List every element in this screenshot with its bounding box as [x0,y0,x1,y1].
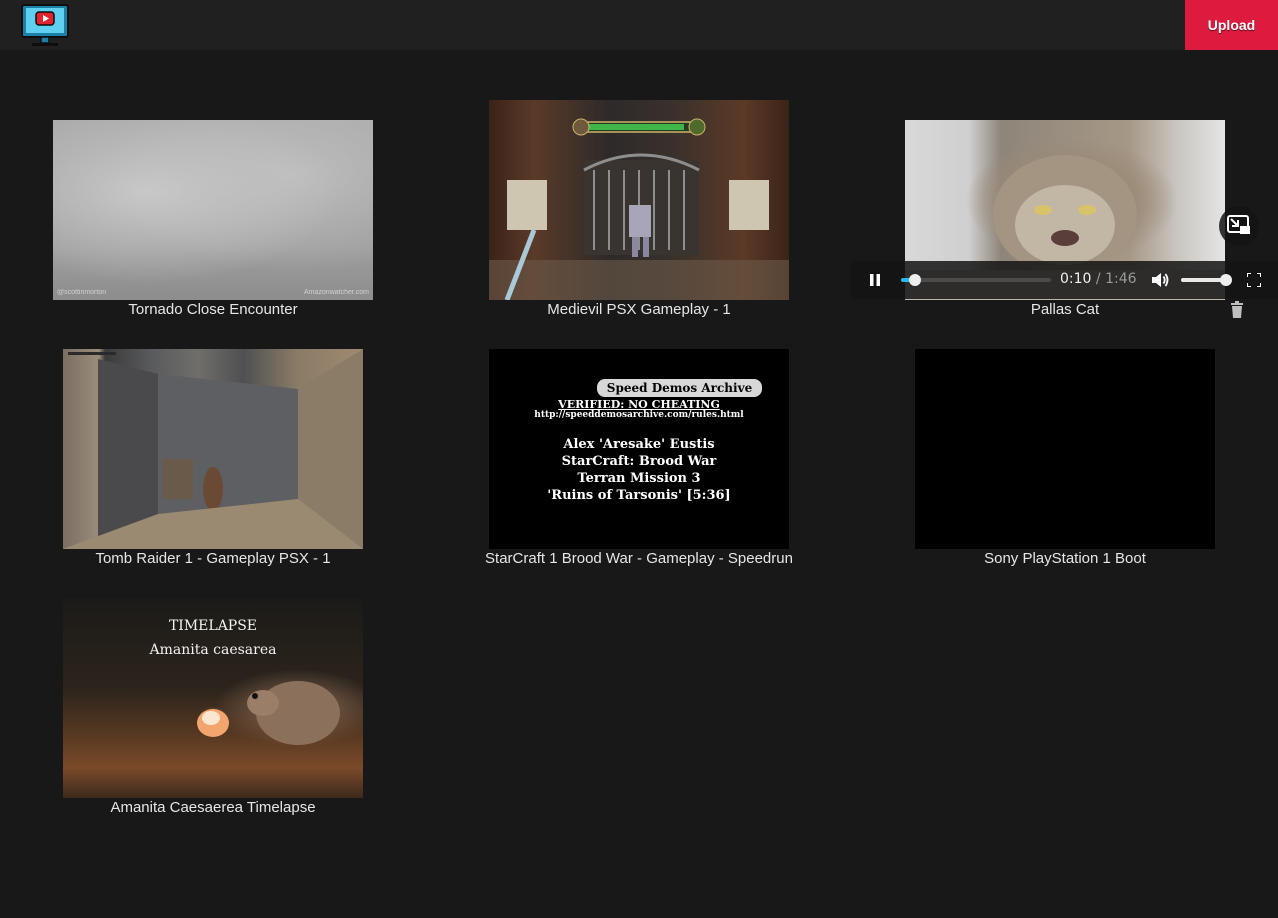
video-thumbnail-tomb-raider[interactable] [63,349,363,549]
duration: 1:46 [1105,271,1137,287]
seek-bar[interactable] [901,274,1051,286]
thumbnail-watermark: @scottinmorton [57,289,107,296]
video-controls: 0:10 / 1:46 [851,261,1278,299]
current-time: 0:10 [1060,271,1092,287]
video-title[interactable]: Pallas Cat [855,301,1275,318]
thumbnail-text: Terran Mission 3 [577,471,701,486]
video-title[interactable]: Tomb Raider 1 - Gameplay PSX - 1 [3,550,423,567]
amanita-scene [197,681,340,745]
video-thumbnail-starcraft[interactable]: Speed Demos Archive VERIFIED: NO CHEATIN… [489,349,789,549]
thumbnail-text: Alex 'Aresake' Eustis [563,437,715,452]
thumbnail-text: 'Ruins of Tarsonis' [5:36] [547,488,731,503]
mute-button[interactable] [1151,270,1171,290]
video-thumbnail-medievil[interactable] [489,100,789,300]
thumbnail-text: http://speeddemosarchive.com/rules.html [534,410,744,420]
tv-play-logo-icon[interactable] [20,3,70,47]
thumbnail-text: Speed Demos Archive [597,379,762,397]
delete-button[interactable] [1229,301,1245,319]
time-separator: / [1095,271,1101,287]
time-display: 0:10 / 1:46 [1060,271,1137,287]
video-title[interactable]: Amanita Caesaerea Timelapse [3,799,423,816]
video-title[interactable]: Sony PlayStation 1 Boot [855,550,1275,567]
fullscreen-icon [1247,273,1261,287]
video-title[interactable]: Medievil PSX Gameplay - 1 [429,301,849,318]
pause-icon [870,274,880,286]
delete-icon [1231,301,1243,318]
upload-button[interactable]: Upload [1185,0,1278,50]
seek-bar-handle[interactable] [909,274,922,286]
thumbnail-text: StarCraft: Brood War [561,454,717,469]
thumbnail-watermark: Amazonwatcher.com [304,289,369,296]
tomb-raider-scene [63,349,363,549]
top-bar: Upload [0,0,1278,50]
video-title[interactable]: StarCraft 1 Brood War - Gameplay - Speed… [429,550,849,567]
medievil-scene [489,118,789,300]
video-thumbnail-amanita[interactable]: TIMELAPSE Amanita caesarea [63,598,363,798]
volume-slider-handle[interactable] [1220,274,1232,286]
video-thumbnail-tornado[interactable]: @scottinmorton Amazonwatcher.com [53,120,373,300]
picture-in-picture-icon [1227,215,1250,234]
video-thumbnail-ps1-boot[interactable] [915,349,1215,549]
pause-button[interactable] [865,271,885,289]
fullscreen-button[interactable] [1245,271,1263,289]
video-title[interactable]: Tornado Close Encounter [3,301,423,318]
volume-icon [1152,273,1169,287]
picture-in-picture-button[interactable] [1219,206,1259,246]
